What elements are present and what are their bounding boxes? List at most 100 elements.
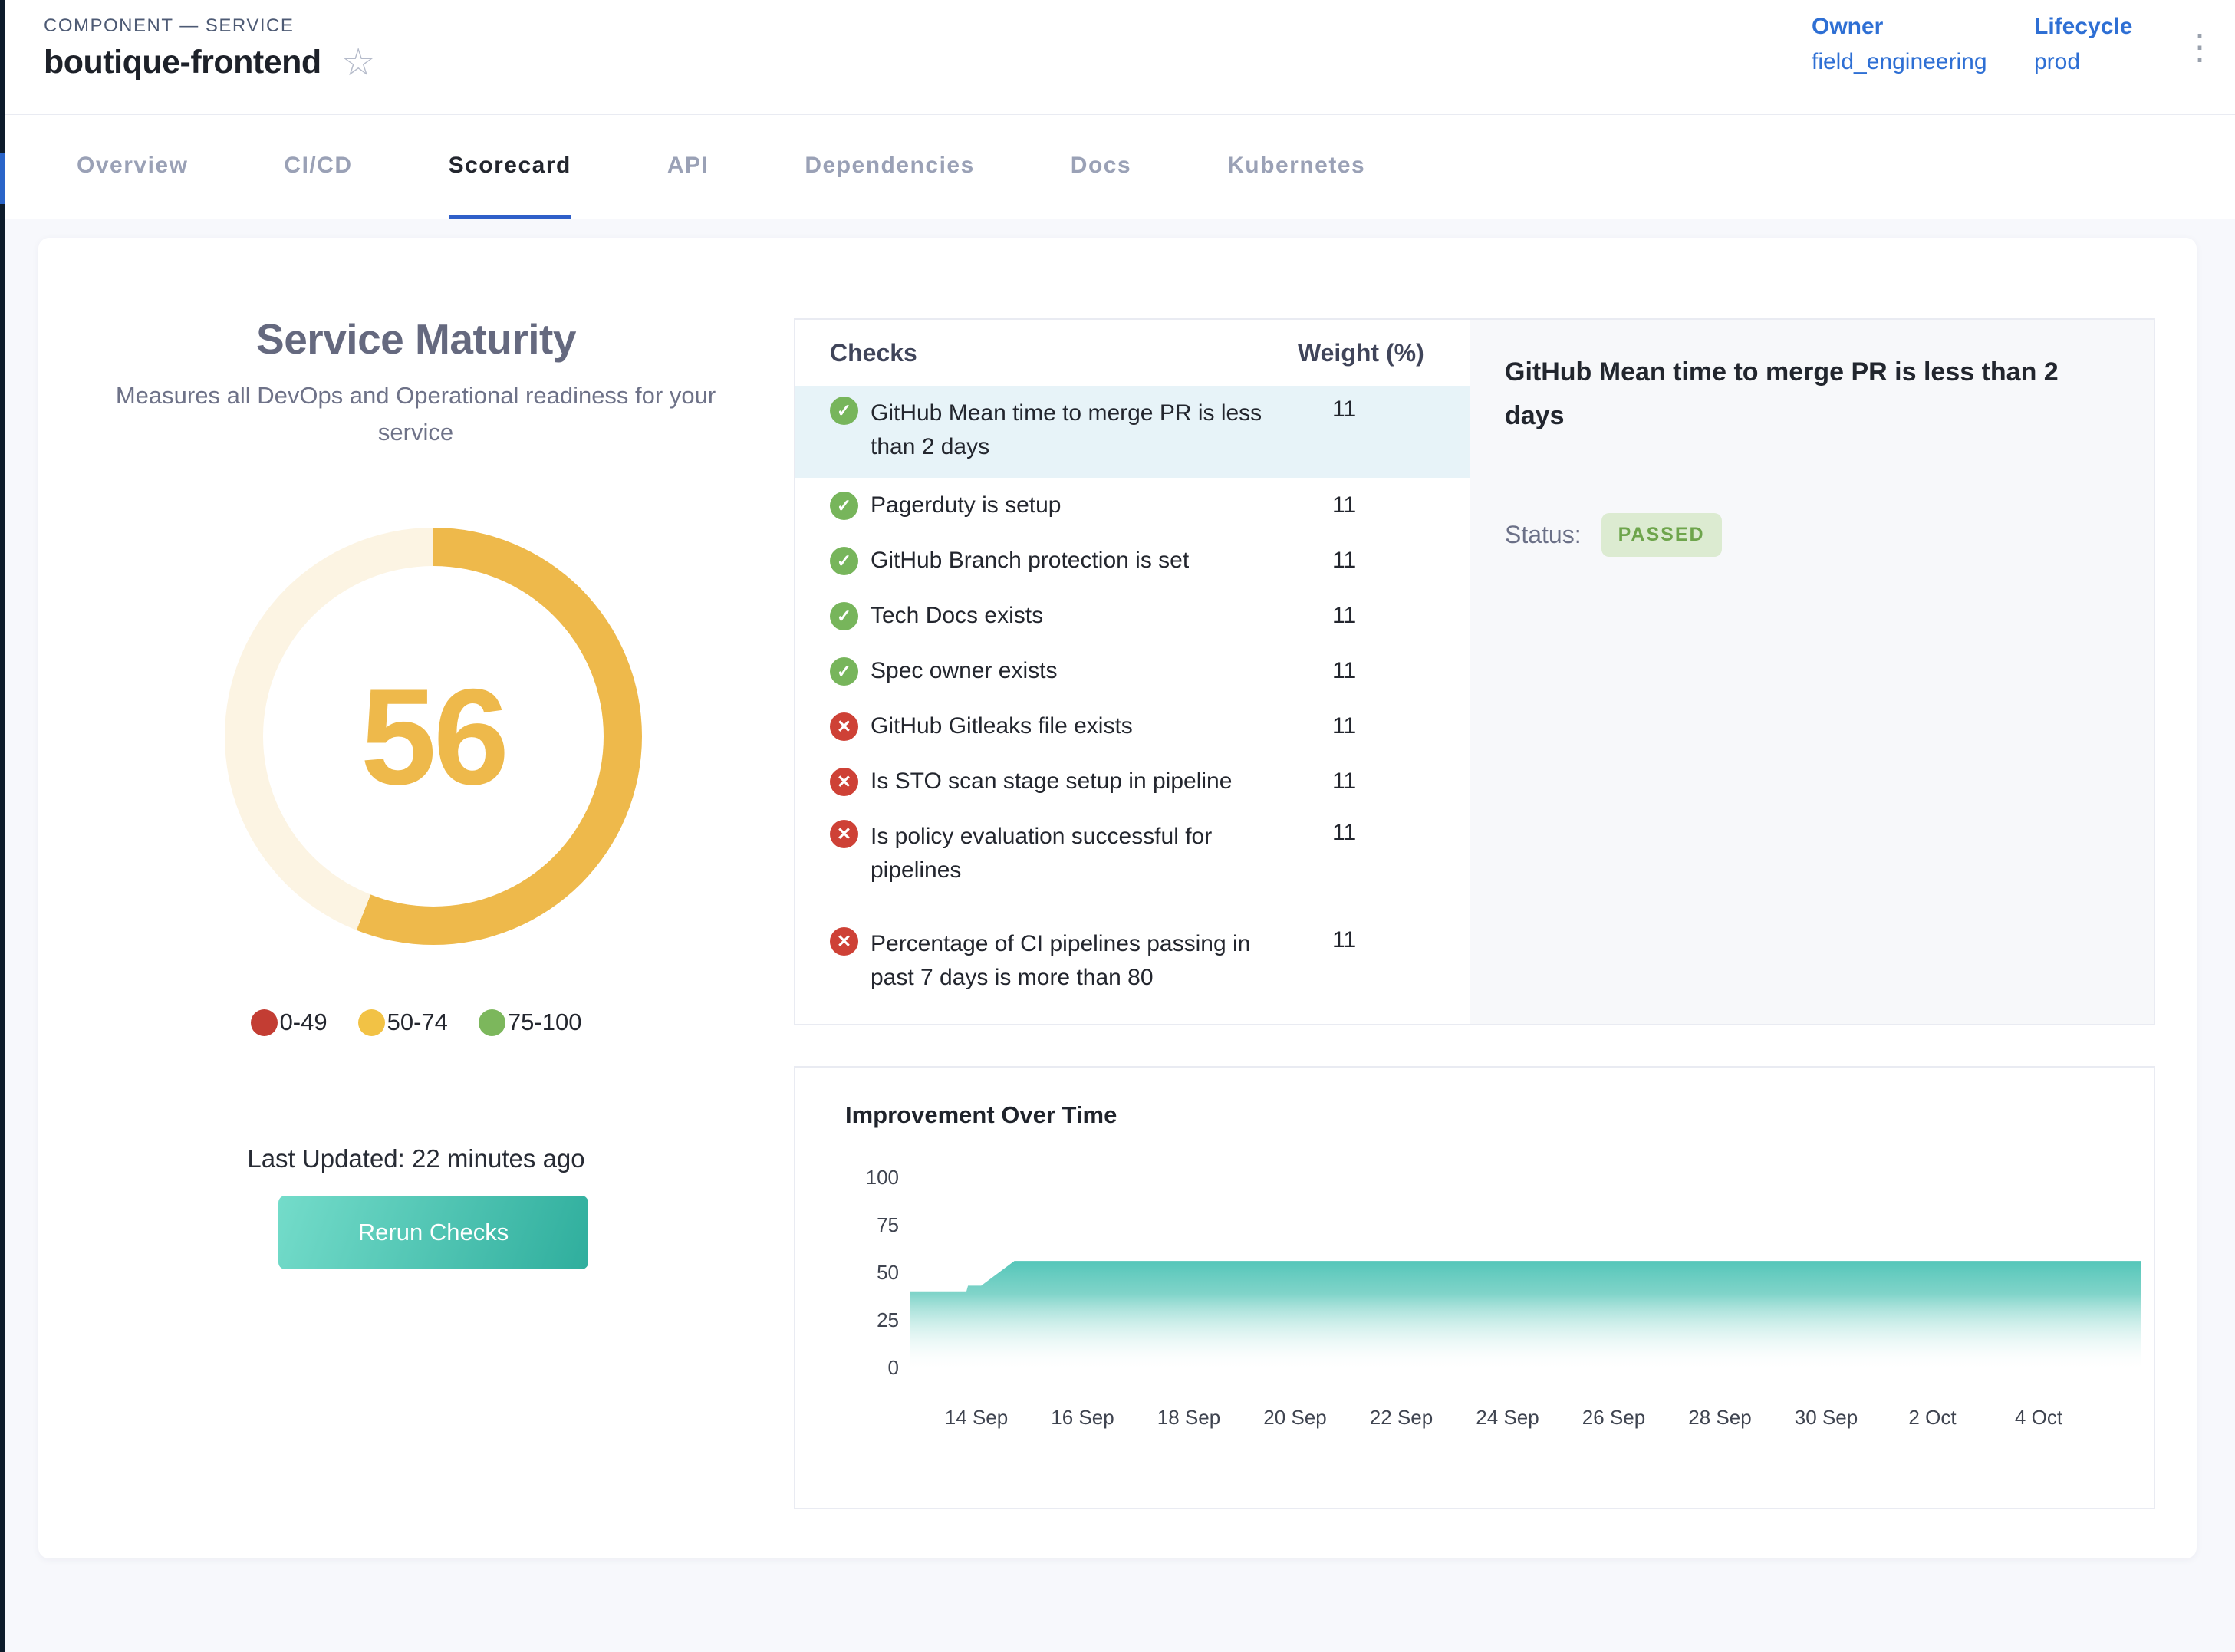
x-axis-tick: 24 Sep	[1476, 1406, 1539, 1429]
weight-column-header: Weight (%)	[1298, 339, 1436, 367]
check-passed-icon: ✓	[830, 397, 858, 425]
service-maturity-panel: Service Maturity Measures all DevOps and…	[38, 238, 794, 1558]
y-axis-tick: 75	[877, 1213, 899, 1236]
check-row[interactable]: ✕ Percentage of CI pipelines passing in p…	[795, 916, 1470, 1024]
entity-kind-breadcrumb: COMPONENT — SERVICE	[44, 15, 294, 37]
check-weight: 11	[1298, 820, 1436, 846]
legend-item: 0-49	[251, 1009, 328, 1036]
y-axis-tick: 25	[877, 1308, 899, 1331]
legend-item: 75-100	[479, 1009, 582, 1036]
status-badge: PASSED	[1601, 513, 1722, 557]
check-weight: 11	[1298, 768, 1436, 795]
scorecard-content: Service Maturity Measures all DevOps and…	[5, 219, 2235, 1652]
tab-scorecard[interactable]: Scorecard	[449, 117, 571, 219]
page-title: boutique-frontend	[44, 44, 321, 81]
check-failed-icon: ✕	[830, 820, 858, 848]
checks-table-header: Checks Weight (%)	[795, 320, 1470, 386]
x-axis-tick: 20 Sep	[1263, 1406, 1326, 1429]
check-label: Spec owner exists	[871, 654, 1298, 688]
tab-kubernetes[interactable]: Kubernetes	[1227, 117, 1365, 219]
check-label: Is policy evaluation successful for pipe…	[871, 820, 1298, 887]
entity-header: COMPONENT — SERVICE boutique-frontend ☆ …	[5, 0, 2235, 115]
check-weight: 11	[1298, 603, 1436, 629]
check-failed-icon: ✕	[830, 712, 858, 741]
tab-docs[interactable]: Docs	[1071, 117, 1131, 219]
check-passed-icon: ✓	[830, 657, 858, 686]
x-axis-tick: 26 Sep	[1582, 1406, 1645, 1429]
tab-dependencies[interactable]: Dependencies	[805, 117, 974, 219]
legend-item: 50-74	[358, 1009, 448, 1036]
check-label: GitHub Mean time to merge PR is less tha…	[871, 397, 1298, 464]
check-weight: 11	[1298, 397, 1436, 423]
scorecard-title: Service Maturity	[38, 314, 794, 364]
scorecard-page: COMPONENT — SERVICE boutique-frontend ☆ …	[0, 0, 2235, 1652]
check-weight: 11	[1298, 548, 1436, 574]
check-label: GitHub Gitleaks file exists	[871, 709, 1298, 743]
rerun-checks-button[interactable]: Rerun Checks	[278, 1196, 588, 1269]
tab-overview[interactable]: Overview	[77, 117, 188, 219]
more-actions-kebab-icon[interactable]: ⋮	[2182, 28, 2217, 67]
x-axis-tick: 14 Sep	[945, 1406, 1008, 1429]
status-label: Status:	[1505, 521, 1582, 549]
y-axis-tick: 0	[888, 1356, 899, 1379]
check-detail-title: GitHub Mean time to merge PR is less tha…	[1505, 350, 2100, 438]
area-series	[910, 1261, 2141, 1371]
check-weight: 11	[1298, 658, 1436, 684]
check-label: Is STO scan stage setup in pipeline	[871, 765, 1298, 798]
lifecycle-label: Lifecycle	[2034, 14, 2132, 40]
check-row[interactable]: ✓ Spec owner exists11	[795, 643, 1470, 699]
last-updated-text: Last Updated: 22 minutes ago	[38, 1144, 794, 1173]
check-row[interactable]: ✓Pagerduty is setup11	[795, 478, 1470, 533]
x-axis-tick: 30 Sep	[1795, 1406, 1858, 1429]
check-label: GitHub Branch protection is set	[871, 544, 1298, 578]
x-axis-tick: 22 Sep	[1370, 1406, 1433, 1429]
x-axis-tick: 16 Sep	[1051, 1406, 1114, 1429]
improvement-area-chart: 100 75 50 25 0 14 Sep 16 Sep 18 Sep 20 Sep 22 Sep…	[795, 1068, 2154, 1508]
scorecard-card: Service Maturity Measures all DevOps and…	[38, 238, 2197, 1558]
check-row[interactable]: ✓ Tech Docs exists11	[795, 588, 1470, 643]
check-failed-icon: ✕	[830, 927, 858, 956]
check-row[interactable]: ✓ GitHub Mean time to merge PR is less th…	[795, 386, 1470, 478]
tab-api[interactable]: API	[667, 117, 709, 219]
x-axis-tick: 18 Sep	[1157, 1406, 1220, 1429]
x-axis-tick: 4 Oct	[2015, 1406, 2063, 1429]
y-axis-tick: 100	[866, 1166, 899, 1189]
x-axis-tick: 28 Sep	[1688, 1406, 1751, 1429]
favorite-star-icon[interactable]: ☆	[341, 43, 376, 81]
check-label: Tech Docs exists	[871, 599, 1298, 633]
checks-detail-box: Checks Weight (%) ✓ GitHub Mean time to m…	[794, 318, 2155, 1025]
x-axis-tick: 2 Oct	[1908, 1406, 1957, 1429]
owner-label: Owner	[1812, 14, 1987, 40]
checks-list: Checks Weight (%) ✓ GitHub Mean time to m…	[795, 320, 1470, 1024]
improvement-chart-card: Improvement Over Time 100755025014 Sep16…	[794, 1066, 2155, 1509]
owner-block: Owner field_engineering	[1812, 14, 1987, 75]
check-failed-icon: ✕	[830, 768, 858, 796]
checks-column-header: Checks	[830, 339, 1298, 367]
entity-tabbar: Overview CI/CD Scorecard API Dependencies Doc…	[5, 117, 2235, 219]
scorecard-subtitle: Measures all DevOps and Operational read…	[109, 377, 723, 451]
legend-dot	[251, 1009, 278, 1036]
tab-ci-cd[interactable]: CI/CD	[284, 117, 352, 219]
check-passed-icon: ✓	[830, 547, 858, 575]
maturity-score: 56	[225, 528, 642, 945]
check-row[interactable]: ✓ GitHub Branch protection is set11	[795, 533, 1470, 588]
check-row[interactable]: ✕ Is policy evaluation successful for pip…	[795, 809, 1470, 916]
check-passed-icon: ✓	[830, 602, 858, 630]
legend-dot	[479, 1009, 505, 1036]
score-legend: 0-49 50-74 75-100	[38, 1009, 794, 1036]
legend-dot	[358, 1009, 385, 1036]
check-weight: 11	[1298, 492, 1436, 518]
lifecycle-block: Lifecycle prod	[2034, 14, 2132, 75]
collapsed-sidebar-stripe[interactable]	[0, 0, 5, 1652]
sidebar-active-accent	[0, 153, 5, 204]
check-weight: 11	[1298, 927, 1436, 953]
check-passed-icon: ✓	[830, 492, 858, 520]
check-weight: 11	[1298, 713, 1436, 739]
check-row[interactable]: ✕ GitHub Gitleaks file exists11	[795, 699, 1470, 754]
check-label: Percentage of CI pipelines passing in pa…	[871, 927, 1298, 995]
check-detail-panel: GitHub Mean time to merge PR is less tha…	[1470, 320, 2154, 1024]
check-row[interactable]: ✕ Is STO scan stage setup in pipeline11	[795, 754, 1470, 809]
y-axis-tick: 50	[877, 1261, 899, 1284]
maturity-donut: 56	[225, 528, 642, 945]
owner-link[interactable]: field_engineering	[1812, 49, 1987, 75]
